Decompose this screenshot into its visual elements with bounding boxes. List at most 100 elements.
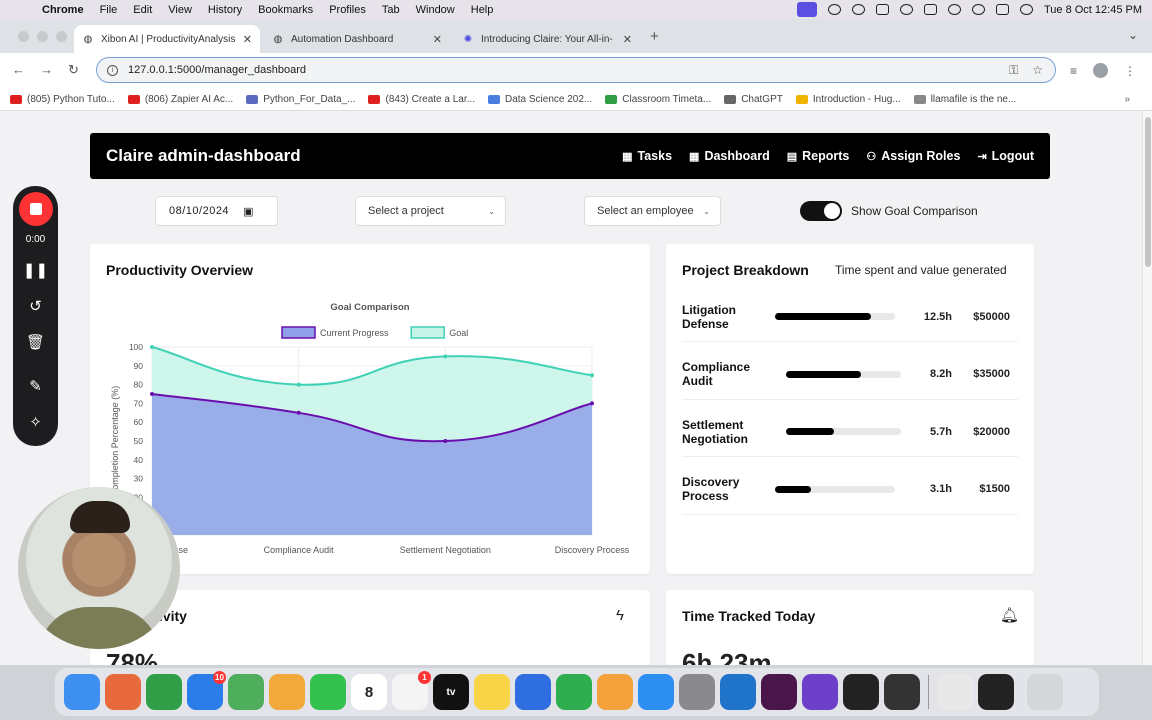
trash-icon[interactable] [1027,674,1063,710]
bookmark-item[interactable]: Python_For_Data_... [246,94,355,105]
minimize-window-button[interactable] [37,31,48,42]
nav-tasks[interactable]: ▦ Tasks [622,149,672,163]
pause-icon[interactable]: ❚❚ [23,259,48,281]
menu-bookmarks[interactable]: Bookmarks [250,4,321,16]
window-preview-icon[interactable] [937,674,973,710]
menu-view[interactable]: View [160,4,200,16]
menu-app-name[interactable]: Chrome [34,4,92,16]
menu-window[interactable]: Window [408,4,463,16]
app-store-icon[interactable] [638,674,674,710]
close-tab-icon[interactable]: ✕ [243,33,252,46]
menu-tab[interactable]: Tab [374,4,408,16]
site-info-icon[interactable]: i [107,64,118,76]
reading-list-icon[interactable]: ≡ [1070,64,1077,78]
nav-reports[interactable]: ▤ Reports [787,149,850,163]
pages-icon[interactable] [597,674,633,710]
menu-help[interactable]: Help [463,4,502,16]
back-icon[interactable]: ← [12,62,25,77]
chatgpt-icon[interactable] [884,674,920,710]
nav-dashboard[interactable]: ▦ Dashboard [689,149,770,163]
bookmark-star-icon[interactable]: ☆ [1032,63,1043,78]
brightness-icon[interactable] [827,4,841,15]
chrome-menu-icon[interactable]: ⋮ [1124,64,1136,78]
stop-recording-button[interactable] [18,192,53,226]
goal-comparison-toggle[interactable] [800,201,842,221]
screen-recorder-icon[interactable] [796,2,817,17]
menu-clock[interactable]: Tue 8 Oct 12:45 PM [1044,4,1142,16]
facetime-icon[interactable] [310,674,346,710]
menu-edit[interactable]: Edit [125,4,160,16]
bookmark-item[interactable]: Introduction - Hug... [795,94,901,105]
bookmark-item[interactable]: llamafile is the ne... [913,94,1016,105]
numbers-icon[interactable] [556,674,592,710]
terminal-preview-icon[interactable] [978,674,1014,710]
unity-icon[interactable] [843,674,879,710]
new-tab-icon[interactable]: + [650,28,659,45]
battery-icon[interactable] [923,4,937,15]
pencil-icon[interactable]: ✎ [29,375,42,397]
play-icon[interactable] [899,4,913,15]
scrollbar-thumb[interactable] [1145,117,1151,267]
date-value[interactable]: 08/10/2024 [169,205,229,217]
bell-icon[interactable]: 🔔︎ [1000,606,1019,624]
forward-icon[interactable]: → [40,62,53,77]
bookmark-item[interactable]: ChatGPT [724,94,783,105]
maps-icon[interactable] [228,674,264,710]
restart-icon[interactable]: ↺ [29,295,42,317]
vpn-icon[interactable] [851,4,865,15]
brand-title[interactable]: Claire admin-dashboard [106,146,301,166]
date-picker[interactable]: 08/10/2024 ▣ [155,196,278,226]
launchpad-icon[interactable] [105,674,141,710]
bookmark-item[interactable]: (805) Python Tuto... [10,94,115,105]
tab-automation-dashboard[interactable]: ◍ Automation Dashboard ✕ [264,25,450,53]
wifi-icon[interactable] [947,4,961,15]
nav-assign-roles[interactable]: ⚇ Assign Roles [866,149,960,163]
bookmark-item[interactable]: Classroom Timeta... [605,94,711,105]
tv-icon[interactable]: tv [433,674,469,710]
finder-icon[interactable] [64,674,100,710]
bookmarks-overflow-icon[interactable]: » [1124,94,1130,105]
photos-icon[interactable] [269,674,305,710]
employee-select[interactable]: Select an employee ⌄ [584,196,721,226]
menu-file[interactable]: File [92,4,126,16]
mail-icon[interactable]: 10 [187,671,226,710]
project-name: Discovery Process [682,475,740,503]
calendar-icon[interactable]: 8 [351,674,387,710]
close-tab-icon[interactable]: ✕ [623,33,632,46]
menu-history[interactable]: History [200,4,250,16]
tab-search-icon[interactable]: ⌄ [1128,28,1138,42]
close-window-button[interactable] [18,31,29,42]
maximize-window-button[interactable] [56,31,67,42]
bookmark-item[interactable]: Data Science 202... [487,94,592,105]
control-center-icon[interactable] [995,4,1009,15]
project-select[interactable]: Select a project ⌄ [355,196,506,226]
spotlight-search-icon[interactable] [971,4,985,15]
menu-profiles[interactable]: Profiles [321,4,374,16]
slack-icon[interactable] [761,674,797,710]
github-icon[interactable] [802,674,838,710]
reload-icon[interactable]: ↻ [68,62,79,78]
reminders-icon[interactable]: 1 [392,671,431,710]
profile-avatar[interactable] [1093,63,1109,78]
calendar-icon[interactable]: ▣ [243,205,254,218]
tab-introducing-claire[interactable]: ✺ Introducing Claire: Your All-in- ✕ [454,25,640,53]
bookmark-item[interactable]: (806) Zapier AI Ac... [127,94,233,105]
close-tab-icon[interactable]: ✕ [433,33,442,46]
bluetooth-icon[interactable] [875,4,889,15]
page-scrollbar[interactable] [1142,111,1152,665]
address-bar[interactable]: i 127.0.0.1:5000/manager_dashboard ⚿ ☆ [96,57,1056,83]
notes-icon[interactable] [474,674,510,710]
password-key-icon[interactable]: ⚿ [1009,63,1018,78]
chrome-icon[interactable] [146,674,182,710]
trash-icon[interactable]: 🗑︎ [26,331,45,353]
keynote-icon[interactable] [515,674,551,710]
tab-productivity-analysis[interactable]: ◍ Xibon AI | ProductivityAnalysis ✕ [74,25,260,53]
vscode-icon[interactable] [720,674,756,710]
effects-icon[interactable]: ✧ [29,411,42,433]
nav-logout[interactable]: ⇥ Logout [977,149,1034,163]
bookmark-item[interactable]: (843) Create a Lar... [368,94,475,105]
webcam-bubble[interactable] [18,487,180,649]
url-text[interactable]: 127.0.0.1:5000/manager_dashboard [128,64,306,76]
siri-icon[interactable] [1019,4,1033,15]
settings-icon[interactable] [679,674,715,710]
